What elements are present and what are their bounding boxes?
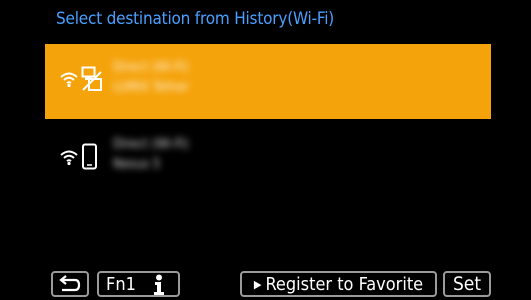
return-icon xyxy=(59,275,81,292)
bottom-bar: Fn1 ▶ Register to Favorite Set xyxy=(0,271,531,300)
history-item-line2: Nexus 5 xyxy=(113,157,161,172)
fn1-label: Fn1 xyxy=(106,273,136,295)
history-item-text: Direct (Wi-Fi) Nexus 5 xyxy=(113,135,189,175)
register-to-favorite-button[interactable]: ▶ Register to Favorite xyxy=(240,271,437,297)
history-item-1[interactable]: Direct (Wi-Fi) LUMIX Tether xyxy=(45,44,491,119)
pc-icon xyxy=(81,66,102,91)
history-item-line1: Direct (Wi-Fi) xyxy=(113,60,189,75)
info-icon xyxy=(154,274,164,295)
register-label: Register to Favorite xyxy=(265,273,424,295)
wifi-pc-icon xyxy=(59,66,103,92)
back-button[interactable] xyxy=(51,271,89,297)
history-item-2[interactable]: Direct (Wi-Fi) Nexus 5 xyxy=(45,121,491,196)
page-title: Select destination from History(Wi-Fi) xyxy=(56,9,335,29)
screen: Select destination from History(Wi-Fi) D… xyxy=(0,0,531,300)
history-item-text: Direct (Wi-Fi) LUMIX Tether xyxy=(113,58,189,98)
fn1-info-button[interactable]: Fn1 xyxy=(97,271,180,297)
wifi-icon xyxy=(60,150,78,166)
set-button[interactable]: Set xyxy=(443,271,491,297)
smartphone-icon xyxy=(82,143,97,170)
wifi-smartphone-icon xyxy=(59,143,99,171)
history-item-line2: LUMIX Tether xyxy=(113,80,189,95)
history-item-line1: Direct (Wi-Fi) xyxy=(113,137,189,152)
play-arrow-icon: ▶ xyxy=(253,277,262,291)
wifi-icon xyxy=(60,72,78,88)
set-label: Set xyxy=(452,273,482,295)
